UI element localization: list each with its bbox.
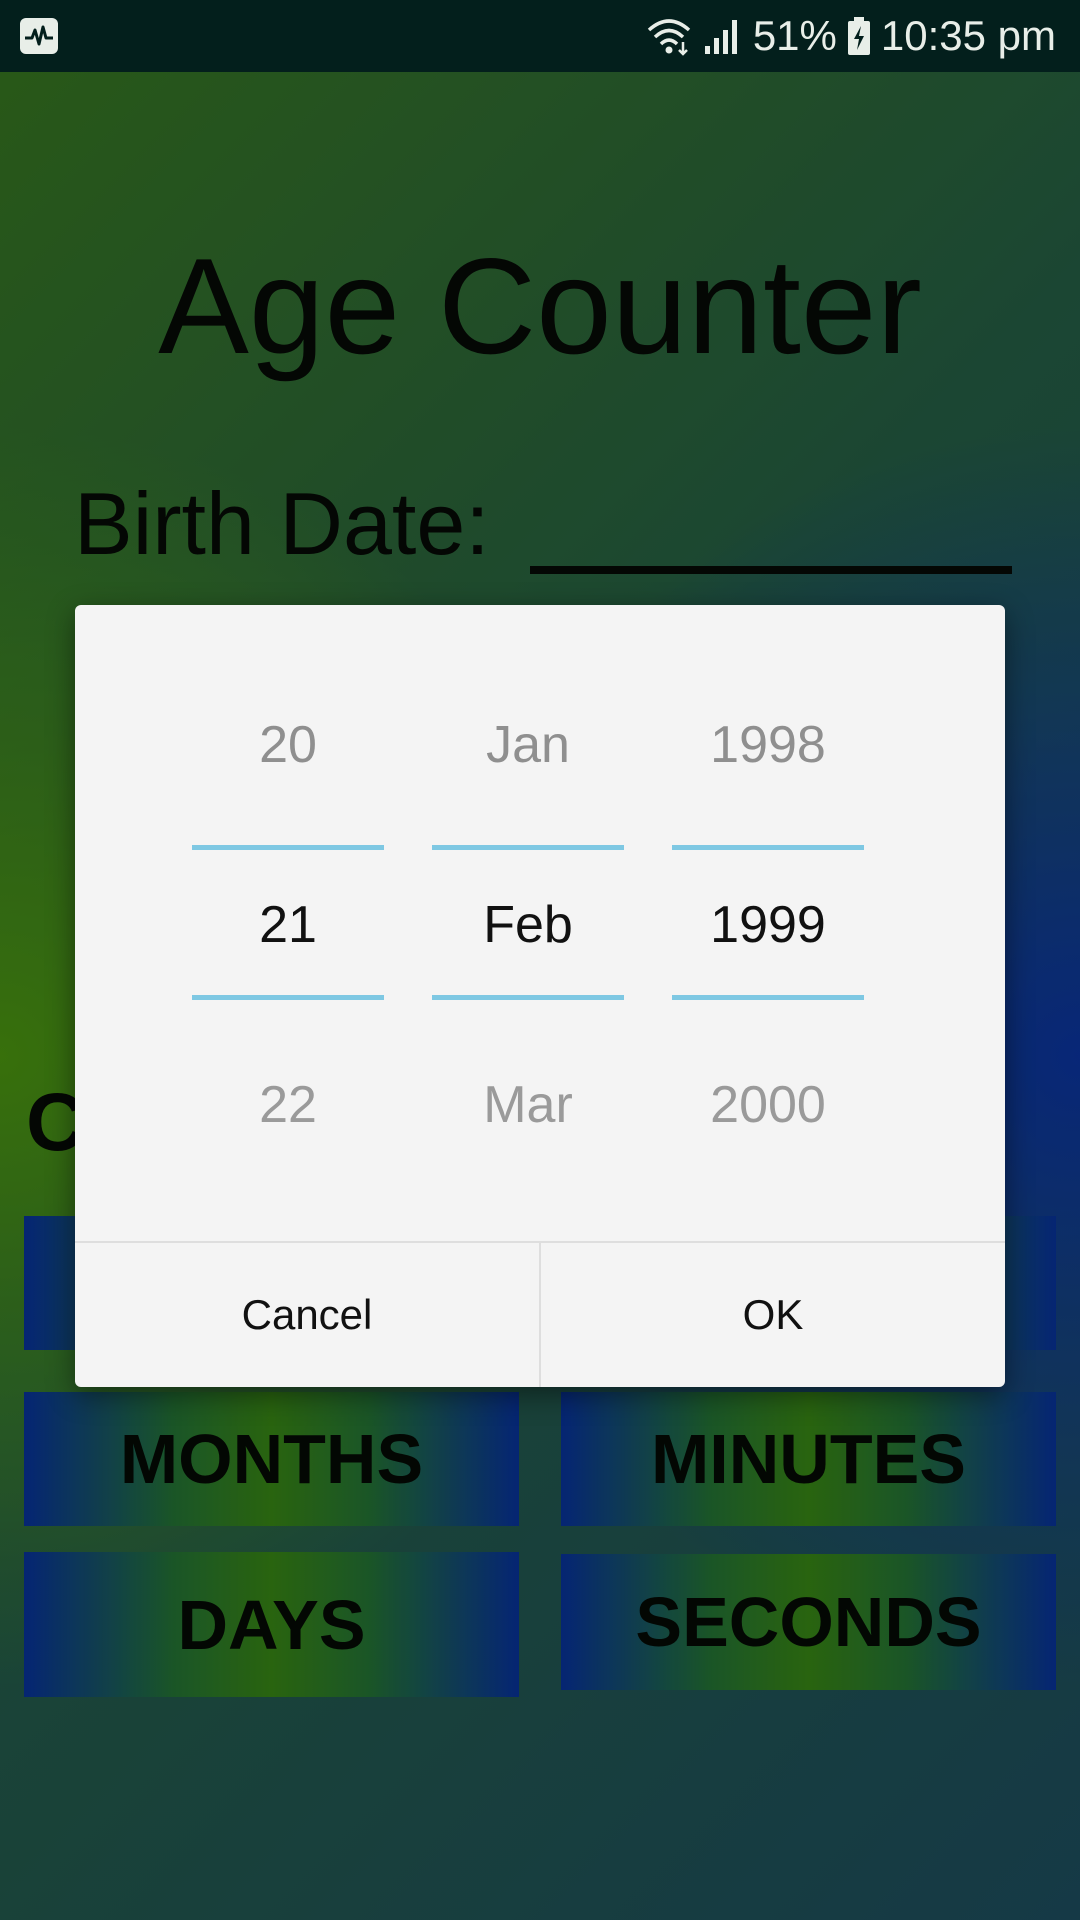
wifi-icon	[645, 16, 693, 56]
year-prev-value[interactable]: 1998	[672, 715, 864, 775]
battery-charging-icon	[847, 16, 871, 56]
cancel-button[interactable]: Cancel	[75, 1243, 539, 1387]
app-screen: 51% 10:35 pm Age Counter Birth Date: C M…	[0, 0, 1080, 1920]
year-selection-divider-bottom	[672, 995, 864, 1000]
day-selection-divider-bottom	[192, 995, 384, 1000]
day-prev-value[interactable]: 20	[192, 715, 384, 775]
signal-icon	[703, 16, 743, 56]
month-selection-divider-top	[432, 845, 624, 850]
day-picker[interactable]: 20 21 22	[192, 605, 384, 1227]
clock: 10:35 pm	[880, 12, 1056, 59]
year-next-value[interactable]: 2000	[672, 1075, 864, 1135]
month-selection-divider-bottom	[432, 995, 624, 1000]
ok-button[interactable]: OK	[541, 1243, 1005, 1387]
day-selected-value[interactable]: 21	[192, 895, 384, 955]
day-selection-divider-top	[192, 845, 384, 850]
month-prev-value[interactable]: Jan	[432, 715, 624, 775]
month-selected-value[interactable]: Feb	[432, 895, 624, 955]
month-picker[interactable]: Jan Feb Mar	[432, 605, 624, 1227]
date-picker-dialog: 20 21 22 Jan Feb Mar 1998 1999 2000 Canc…	[75, 605, 1005, 1387]
month-next-value[interactable]: Mar	[432, 1075, 624, 1135]
activity-monitor-icon	[20, 18, 58, 54]
year-picker[interactable]: 1998 1999 2000	[672, 605, 864, 1227]
status-bar: 51% 10:35 pm	[0, 0, 1080, 72]
year-selection-divider-top	[672, 845, 864, 850]
day-next-value[interactable]: 22	[192, 1075, 384, 1135]
status-icons: 51% 10:35 pm	[645, 8, 1056, 64]
year-selected-value[interactable]: 1999	[672, 895, 864, 955]
battery-percentage: 51%	[752, 12, 837, 59]
